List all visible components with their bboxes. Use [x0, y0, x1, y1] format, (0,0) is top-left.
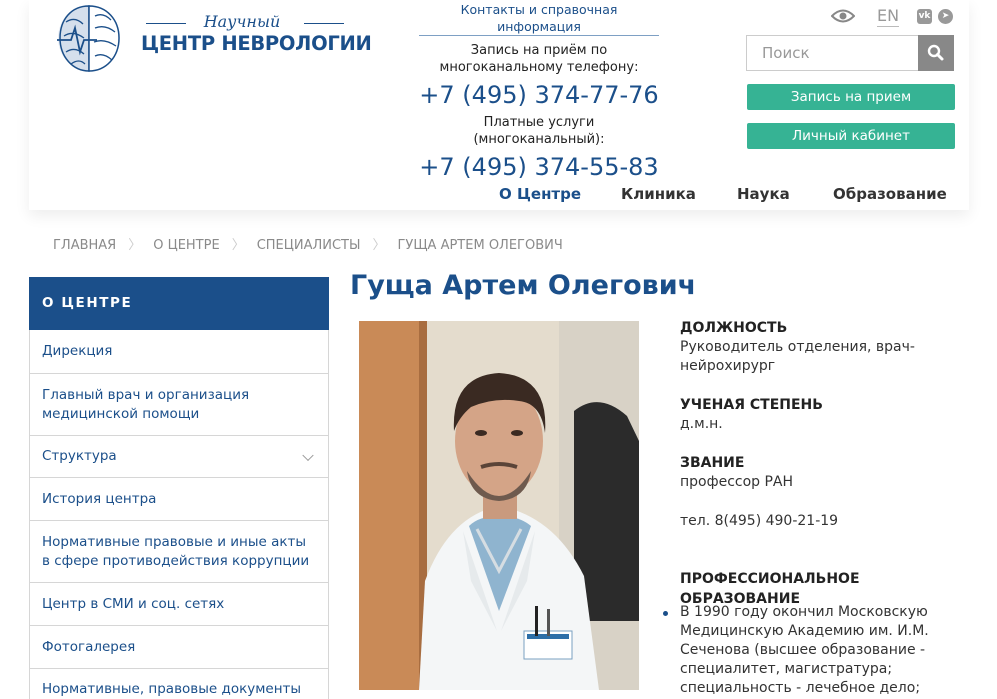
sidebar-heading: О ЦЕНТРЕ [29, 277, 329, 330]
doctor-photo [359, 321, 639, 690]
sidebar-item-documents[interactable]: Нормативные, правовые документы [29, 669, 329, 699]
page-title: Гуща Артем Олегович [350, 270, 697, 301]
eye-icon[interactable] [831, 8, 855, 24]
nav-about[interactable]: О Центре [499, 185, 581, 203]
nav-science[interactable]: Наука [737, 185, 790, 203]
breadcrumb: ГЛАВНАЯ 〉 О ЦЕНТРЕ 〉 СПЕЦИАЛИСТЫ 〉 ГУЩА АРТЕМ … [53, 238, 563, 253]
position-value: Руководитель отделения, врач-нейрохирург [680, 339, 915, 374]
vk-icon[interactable]: vk [917, 9, 932, 24]
sidebar: О ЦЕНТРЕ Дирекция Главный врач и организ… [29, 277, 329, 699]
sidebar-item-gallery[interactable]: Фотогалерея [29, 626, 329, 669]
sidebar-item-history[interactable]: История центра [29, 478, 329, 521]
rank-label: ЗВАНИЕ [680, 455, 745, 471]
nav-education[interactable]: Образование [833, 185, 947, 203]
profile-info: ДОЛЖНОСТЬ Руководитель отделения, врач-н… [680, 318, 970, 609]
profile-phone[interactable]: тел. 8(495) 490-21-19 [680, 512, 970, 531]
search-icon [927, 44, 944, 61]
chevron-down-icon[interactable] [302, 449, 314, 461]
breadcrumb-specialists[interactable]: СПЕЦИАЛИСТЫ [257, 238, 361, 253]
sidebar-item-label: Структура [42, 448, 117, 464]
site-header: Научный ЦЕНТР НЕВРОЛОГИИ Контакты и спра… [29, 0, 969, 210]
telegram-icon[interactable]: ➤ [938, 9, 953, 24]
sidebar-item-label: Нормативные правовые и иные акты в сфере… [42, 533, 310, 569]
nav-clinic[interactable]: Клиника [621, 185, 696, 203]
rank-value: профессор РАН [680, 474, 794, 490]
sidebar-item-media[interactable]: Центр в СМИ и соц. сетях [29, 583, 329, 626]
bullet-icon [663, 611, 668, 616]
cabinet-button[interactable]: Личный кабинет [747, 123, 955, 149]
search-button[interactable] [918, 35, 954, 71]
paid-services-label-2: (многоканальный): [473, 132, 605, 147]
sidebar-item-label: Дирекция [42, 343, 113, 359]
degree-value: д.м.н. [680, 416, 723, 432]
sidebar-item-chief-doctor[interactable]: Главный врач и организация медицинской п… [29, 374, 329, 436]
brain-icon [57, 5, 120, 72]
sidebar-item-structure[interactable]: Структура [29, 436, 329, 478]
breadcrumb-about[interactable]: О ЦЕНТРЕ [153, 238, 219, 253]
breadcrumb-home[interactable]: ГЛАВНАЯ [53, 238, 116, 253]
logo-subtitle: Научный [142, 12, 344, 31]
appointment-button[interactable]: Запись на прием [747, 84, 955, 110]
search-box [746, 35, 954, 71]
contacts-block: Контакты и справочная информация Запись … [419, 0, 659, 182]
logo-title: ЦЕНТР НЕВРОЛОГИИ [141, 32, 372, 55]
language-switch[interactable]: EN [877, 6, 900, 27]
sidebar-item-label: История центра [42, 490, 157, 507]
appointment-phone-label-2: многоканальному телефону: [439, 60, 639, 75]
sidebar-item-anticorruption[interactable]: Нормативные правовые и иные акты в сфере… [29, 521, 329, 583]
position-label: ДОЛЖНОСТЬ [680, 320, 788, 336]
appointment-phone-label-1: Запись на приём по [470, 43, 608, 58]
site-logo[interactable]: Научный ЦЕНТР НЕВРОЛОГИИ [57, 2, 372, 76]
education-item: В 1990 году окончил Московскую Медицинск… [680, 604, 929, 696]
sidebar-item-label: Центр в СМИ и соц. сетях [42, 595, 225, 612]
header-tools: EN vk ➤ [831, 6, 981, 28]
paid-services-label-1: Платные услуги [483, 115, 595, 130]
paid-services-phone[interactable]: +7 (495) 374-55-83 [419, 152, 659, 182]
breadcrumb-current: ГУЩА АРТЕМ ОЛЕГОВИЧ [397, 238, 563, 253]
sidebar-item-direction[interactable]: Дирекция [29, 330, 329, 374]
appointment-phone[interactable]: +7 (495) 374-77-76 [419, 80, 659, 110]
sidebar-item-label: Главный врач и организация медицинской п… [42, 386, 250, 422]
search-input[interactable] [747, 36, 919, 70]
degree-label: УЧЕНАЯ СТЕПЕНЬ [680, 397, 823, 413]
contacts-link[interactable]: Контакты и справочная информация [419, 1, 659, 36]
sidebar-item-label: Нормативные, правовые документы [42, 681, 302, 697]
sidebar-item-label: Фотогалерея [42, 638, 136, 655]
